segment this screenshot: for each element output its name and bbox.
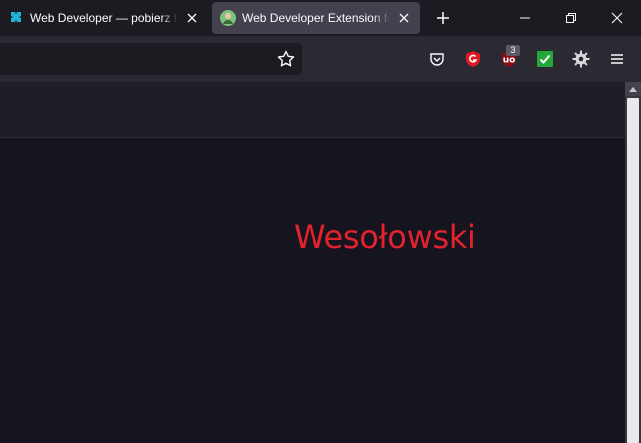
navigation-toolbar: uo (0, 36, 641, 82)
url-bar[interactable] (0, 43, 302, 75)
page-heading-name: Wesołowski (294, 218, 476, 256)
close-icon (611, 12, 623, 24)
checkmark-icon (537, 51, 553, 67)
menu-icon (611, 54, 623, 64)
page-body (0, 138, 625, 443)
minimize-button[interactable] (502, 0, 548, 36)
checkmark-extension-button[interactable] (534, 48, 556, 70)
minimize-icon (520, 17, 530, 19)
svg-text:uo: uo (503, 56, 516, 66)
gear-icon (572, 50, 590, 68)
tab-web-developer-pobierz[interactable]: Web Developer — pobierz to rozszerzenie … (0, 2, 208, 34)
tab-title: Web Developer — pobierz to rozszerzenie … (30, 11, 178, 25)
avatar-icon (220, 10, 236, 26)
app-menu-button[interactable] (606, 48, 628, 70)
star-icon[interactable] (276, 49, 296, 69)
scrollbar-thumb[interactable] (627, 98, 639, 443)
tab-web-developer-extension[interactable]: Web Developer Extension for Firefox (212, 2, 420, 34)
tab-title: Web Developer Extension for Firefox (242, 11, 390, 25)
close-tab-icon[interactable] (398, 12, 410, 24)
new-tab-icon[interactable] (434, 9, 452, 27)
close-window-button[interactable] (594, 0, 640, 36)
restore-icon (566, 13, 576, 23)
ublock-badge: 3 (506, 45, 520, 56)
page-header (0, 82, 625, 138)
scroll-up-button[interactable] (625, 82, 641, 96)
shield-extension-button[interactable] (462, 48, 484, 70)
tab-strip: Web Developer — pobierz to rozszerzenie … (0, 0, 641, 36)
web-developer-button[interactable] (570, 48, 592, 70)
chevron-up-icon (629, 87, 637, 92)
pocket-button[interactable] (426, 48, 448, 70)
close-tab-icon[interactable] (186, 12, 198, 24)
shield-icon (466, 51, 480, 67)
pocket-icon (430, 53, 444, 66)
puzzle-icon (11, 12, 21, 22)
restore-button[interactable] (548, 0, 594, 36)
